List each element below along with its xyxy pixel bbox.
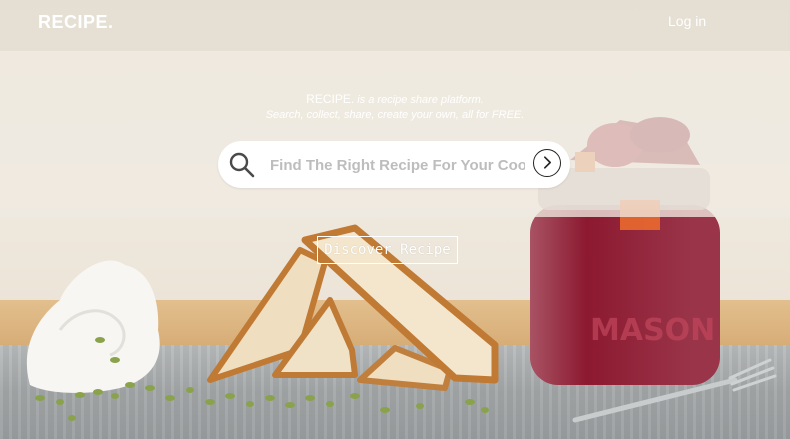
search-icon <box>229 152 255 178</box>
tagline-line-1: RECIPE. is a recipe share platform. <box>0 92 790 106</box>
cheese-shape <box>26 260 160 393</box>
svg-text:MASON: MASON <box>590 313 715 348</box>
site-logo[interactable]: RECIPE. <box>38 12 114 33</box>
discover-recipe-button[interactable]: Discover Recipe <box>317 236 458 264</box>
chevron-right-icon <box>543 156 551 169</box>
tagline-text: is a recipe share platform. <box>357 94 484 106</box>
tagline-line-2: Search, collect, share, create your own,… <box>265 109 525 121</box>
search-submit-button[interactable] <box>533 149 561 177</box>
login-link[interactable]: Log in <box>668 13 706 29</box>
search-bar <box>218 141 570 188</box>
hero-overlay <box>0 51 790 217</box>
search-input[interactable] <box>268 152 527 179</box>
tagline-brand: RECIPE. <box>306 92 355 106</box>
